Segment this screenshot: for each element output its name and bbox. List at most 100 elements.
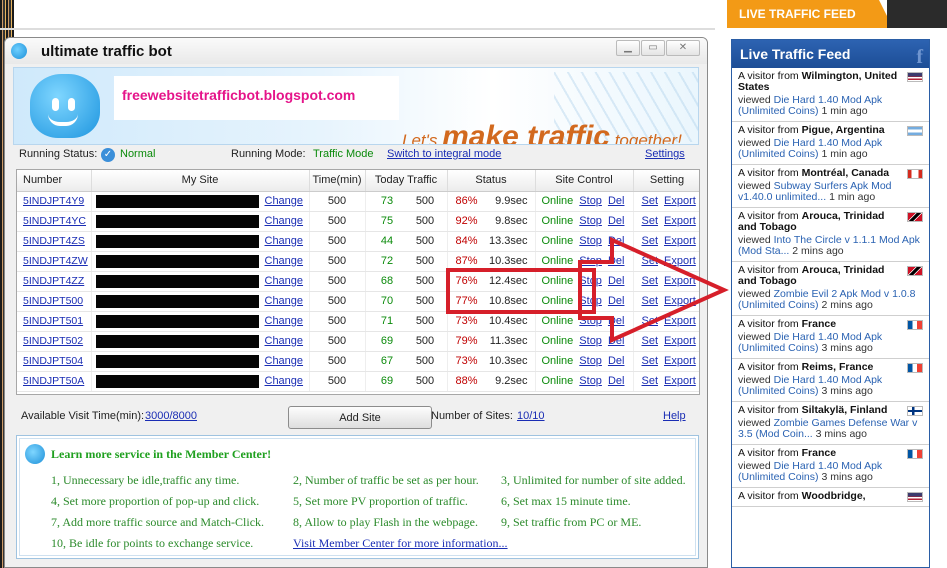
- site-number-link[interactable]: 5INDJPT4ZZ: [17, 271, 92, 292]
- stop-link[interactable]: Stop: [579, 235, 602, 247]
- stop-link[interactable]: Stop: [579, 295, 602, 307]
- set-link[interactable]: Set: [642, 375, 659, 387]
- set-link[interactable]: Set: [642, 235, 659, 247]
- change-site-link[interactable]: Change: [265, 235, 304, 247]
- delete-link[interactable]: Del: [608, 275, 625, 287]
- set-link[interactable]: Set: [642, 315, 659, 327]
- delete-link[interactable]: Del: [608, 335, 625, 347]
- delete-link[interactable]: Del: [608, 215, 625, 227]
- delete-link[interactable]: Del: [608, 355, 625, 367]
- table-row: 5INDJPT4ZZ Change 500 68 500 76% 12.4sec Online…: [17, 271, 699, 292]
- title-bar[interactable]: ultimate traffic bot ▁ ▭ ✕: [5, 38, 707, 64]
- export-link[interactable]: Export: [664, 215, 696, 227]
- stop-link[interactable]: Stop: [579, 255, 602, 267]
- change-site-link[interactable]: Change: [265, 335, 304, 347]
- column-header[interactable]: Today Traffic: [365, 170, 448, 192]
- site-number-link[interactable]: 5INDJPT500: [17, 291, 92, 312]
- facebook-icon[interactable]: f: [916, 43, 923, 71]
- delete-link[interactable]: Del: [608, 375, 625, 387]
- stop-link[interactable]: Stop: [579, 215, 602, 227]
- column-header[interactable]: My Site: [91, 170, 310, 192]
- column-header[interactable]: Time(min): [309, 170, 366, 192]
- stop-link[interactable]: Stop: [579, 275, 602, 287]
- change-site-link[interactable]: Change: [265, 255, 304, 267]
- traffic-done: 73: [380, 195, 394, 207]
- column-header[interactable]: Status: [447, 170, 536, 192]
- maximize-button[interactable]: ▭: [641, 40, 665, 56]
- export-link[interactable]: Export: [664, 335, 696, 347]
- help-link[interactable]: Help: [663, 410, 686, 422]
- set-link[interactable]: Set: [642, 215, 659, 227]
- change-site-link[interactable]: Change: [265, 375, 304, 387]
- column-header[interactable]: Number: [17, 170, 92, 192]
- site-number-link[interactable]: 5INDJPT50A: [17, 371, 92, 392]
- export-link[interactable]: Export: [664, 195, 696, 207]
- online-status: Online: [541, 195, 574, 207]
- change-site-link[interactable]: Change: [265, 275, 304, 287]
- feed-item: A visitor from Arouca, Trinidad and Toba…: [732, 262, 929, 316]
- country-flag-icon: [907, 363, 923, 373]
- add-site-button[interactable]: Add Site: [288, 406, 432, 429]
- status-seconds: 9.2sec: [495, 375, 528, 387]
- set-link[interactable]: Set: [642, 355, 659, 367]
- visit-time-label: Available Visit Time(min):: [21, 410, 145, 422]
- site-number-link[interactable]: 5INDJPT4ZW: [17, 251, 92, 272]
- stop-link[interactable]: Stop: [579, 335, 602, 347]
- export-link[interactable]: Export: [664, 315, 696, 327]
- table-row: 5INDJPT50A Change 500 69 500 88% 9.2sec Online S…: [17, 371, 699, 392]
- bottom-bar: Available Visit Time(min): 3000/8000 Add…: [21, 406, 701, 430]
- redacted-site-url: [95, 234, 259, 248]
- site-number-link[interactable]: 5INDJPT504: [17, 351, 92, 372]
- change-site-link[interactable]: Change: [265, 315, 304, 327]
- set-link[interactable]: Set: [642, 295, 659, 307]
- export-link[interactable]: Export: [664, 375, 696, 387]
- stop-link[interactable]: Stop: [579, 315, 602, 327]
- stop-link[interactable]: Stop: [579, 195, 602, 207]
- traffic-done: 67: [380, 355, 394, 367]
- delete-link[interactable]: Del: [608, 315, 625, 327]
- set-link[interactable]: Set: [642, 335, 659, 347]
- redacted-site-url: [95, 374, 259, 388]
- time-ago: 2 mins ago: [792, 245, 844, 257]
- settings-link[interactable]: Settings: [645, 148, 685, 160]
- column-header[interactable]: Setting: [633, 170, 699, 192]
- export-link[interactable]: Export: [664, 275, 696, 287]
- site-number-link[interactable]: 5INDJPT502: [17, 331, 92, 352]
- site-number-link[interactable]: 5INDJPT4Y9: [17, 191, 92, 212]
- change-site-link[interactable]: Change: [265, 215, 304, 227]
- export-link[interactable]: Export: [664, 255, 696, 267]
- member-item: 2, Number of traffic be set as per hour.: [293, 473, 479, 487]
- site-number-link[interactable]: 5INDJPT4YC: [17, 211, 92, 232]
- set-link[interactable]: Set: [642, 275, 659, 287]
- minimize-button[interactable]: ▁: [616, 40, 640, 56]
- delete-link[interactable]: Del: [608, 295, 625, 307]
- traffic-total: 500: [415, 275, 435, 287]
- visit-time-value[interactable]: 3000/8000: [145, 410, 197, 422]
- column-header[interactable]: Site Control: [535, 170, 634, 192]
- stop-link[interactable]: Stop: [579, 355, 602, 367]
- close-button[interactable]: ✕: [666, 40, 700, 56]
- set-link[interactable]: Set: [642, 195, 659, 207]
- delete-link[interactable]: Del: [608, 195, 625, 207]
- status-seconds: 11.3sec: [489, 335, 528, 347]
- traffic-done: 69: [380, 335, 394, 347]
- live-traffic-feed-tab[interactable]: LIVE TRAFFIC FEED: [727, 0, 893, 28]
- delete-link[interactable]: Del: [608, 235, 625, 247]
- set-link[interactable]: Set: [642, 255, 659, 267]
- change-site-link[interactable]: Change: [265, 195, 304, 207]
- site-number-link[interactable]: 5INDJPT4ZS: [17, 231, 92, 252]
- member-center-link[interactable]: Visit Member Center for more information…: [293, 536, 508, 551]
- country-flag-icon: [907, 449, 923, 459]
- switch-mode-link[interactable]: Switch to integral mode: [387, 148, 501, 160]
- change-site-link[interactable]: Change: [265, 355, 304, 367]
- status-seconds: 13.3sec: [488, 235, 528, 247]
- visitor-prefix: A visitor from: [738, 490, 799, 502]
- stop-link[interactable]: Stop: [579, 375, 602, 387]
- change-site-link[interactable]: Change: [265, 295, 304, 307]
- num-sites-value[interactable]: 10/10: [517, 410, 545, 422]
- delete-link[interactable]: Del: [608, 255, 625, 267]
- site-number-link[interactable]: 5INDJPT501: [17, 311, 92, 332]
- export-link[interactable]: Export: [664, 295, 696, 307]
- export-link[interactable]: Export: [664, 235, 696, 247]
- export-link[interactable]: Export: [664, 355, 696, 367]
